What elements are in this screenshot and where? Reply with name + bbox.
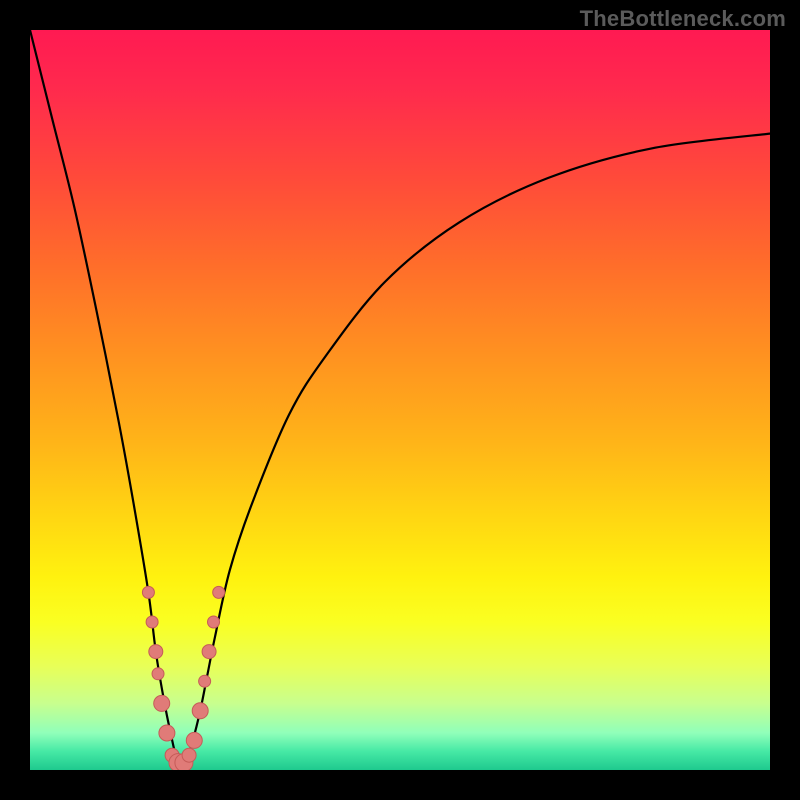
dot xyxy=(182,748,196,762)
dot xyxy=(142,586,154,598)
bottleneck-curve xyxy=(30,30,770,766)
dot xyxy=(186,732,202,748)
dot xyxy=(213,586,225,598)
dot xyxy=(146,616,158,628)
dot xyxy=(152,668,164,680)
watermark-text: TheBottleneck.com xyxy=(580,6,786,32)
dot xyxy=(154,695,170,711)
outer-frame: TheBottleneck.com xyxy=(0,0,800,800)
dot xyxy=(208,616,220,628)
dot xyxy=(159,725,175,741)
dot xyxy=(199,675,211,687)
plot-area xyxy=(30,30,770,770)
dot xyxy=(149,645,163,659)
chart-svg xyxy=(30,30,770,770)
dot xyxy=(202,645,216,659)
highlight-dots xyxy=(142,586,224,770)
dot xyxy=(192,703,208,719)
